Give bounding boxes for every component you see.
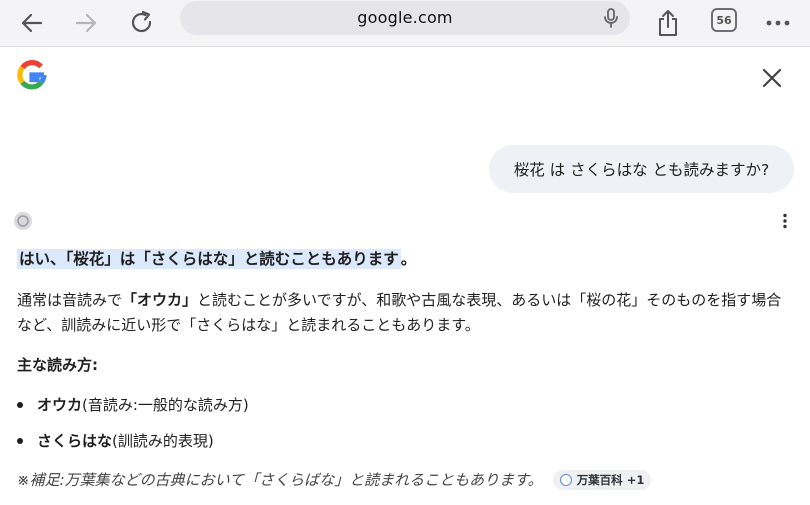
footnote: ※補足:万葉集などの古典において「さくらばな」と読まれることもあります。 万葉百… [17, 469, 652, 490]
share-icon [659, 10, 677, 36]
section-title: 主な読み方: [17, 356, 98, 374]
list-item-term: オウカ [37, 396, 83, 414]
bullet-dot [17, 401, 23, 408]
bullet-dot [17, 437, 23, 444]
paragraph-bold-term: 「オウカ」 [122, 291, 198, 309]
source-chip[interactable]: 万葉百科 +1 [552, 469, 652, 490]
list-item: オウカ (音読み:一般的な読み方) [17, 394, 249, 415]
share-button[interactable] [650, 5, 686, 41]
address-bar[interactable]: google.com [180, 1, 630, 35]
more-menu-button[interactable] [760, 5, 796, 41]
forward-arrow-icon [75, 13, 97, 33]
headline-period: 。 [400, 250, 417, 268]
more-vertical-icon[interactable] [776, 212, 794, 230]
back-arrow-icon [21, 13, 43, 33]
user-message-bubble: 桜花 は さくらはな とも読みますか? [489, 145, 794, 193]
source-chip-label: 万葉百科 +1 [576, 472, 645, 487]
answer-headline: はい、「桜花」は「さくらはな」と読むこともあります。 [17, 249, 416, 269]
reload-icon [131, 10, 152, 33]
answer-paragraph: 通常は音読みで「オウカ」と読むことが多いですが、和歌や古風な表現、あるいは「桜の… [17, 288, 792, 338]
more-horizontal-icon [766, 20, 790, 26]
source-globe-icon [559, 473, 572, 486]
tab-count-button[interactable]: 56 [711, 8, 737, 32]
reload-button[interactable] [124, 5, 160, 41]
close-icon[interactable] [761, 67, 783, 89]
ai-avatar-icon [14, 212, 32, 230]
url-text: google.com [357, 8, 453, 27]
forward-button[interactable] [68, 5, 104, 41]
back-button[interactable] [14, 5, 50, 41]
microphone-icon[interactable] [602, 8, 620, 28]
list-item-desc: (音読み:一般的な読み方) [82, 396, 249, 414]
list-item: さくらはな (訓読み的表現) [17, 430, 214, 451]
list-item-desc: (訓読み的表現) [112, 432, 214, 450]
google-logo-icon [17, 60, 47, 90]
paragraph-text-1: 通常は音読みで [17, 291, 123, 309]
footnote-text: ※補足:万葉集などの古典において「さくらばな」と読まれることもあります。 [17, 471, 543, 489]
highlighted-answer: はい、「桜花」は「さくらはな」と読むこともあります [17, 249, 401, 269]
browser-toolbar: google.com 56 [0, 0, 810, 47]
list-item-term: さくらはな [37, 432, 113, 450]
